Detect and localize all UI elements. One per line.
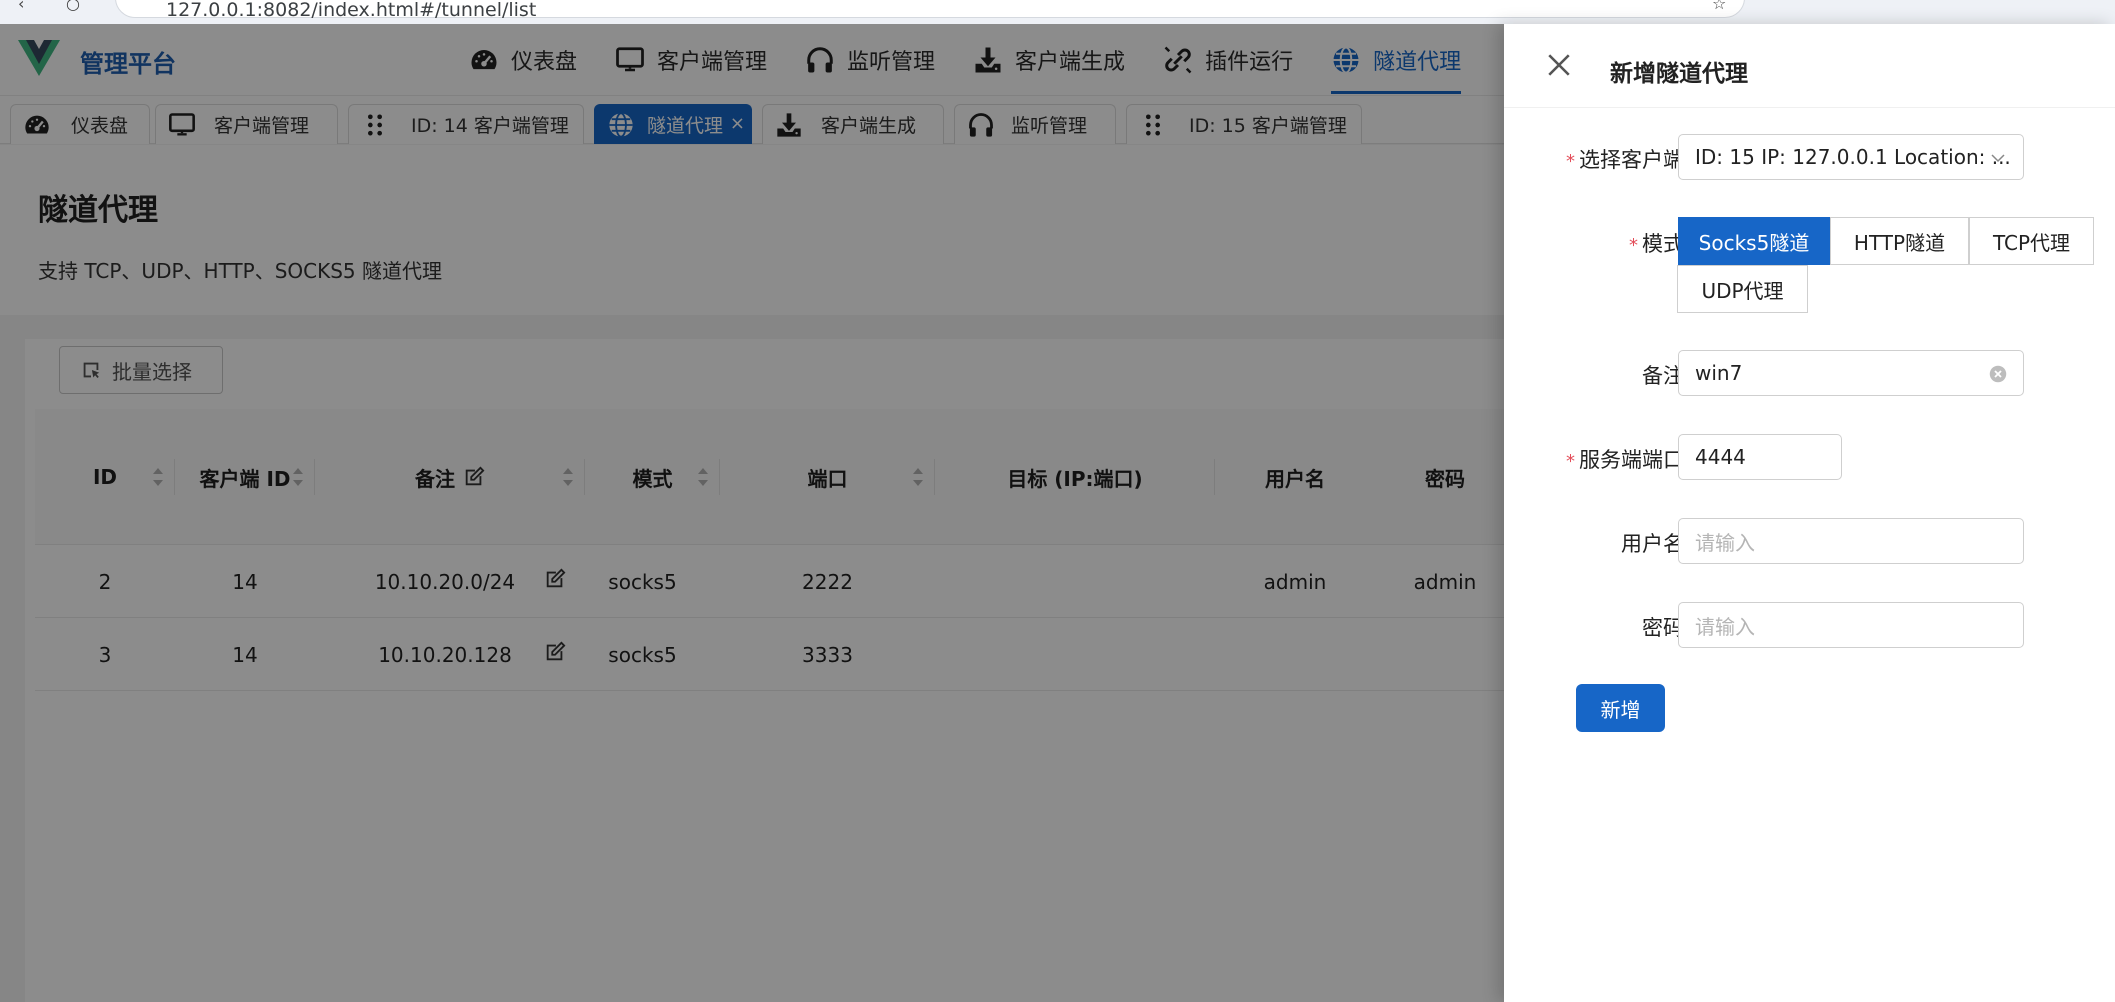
username-label: 用户名 [1484, 528, 1684, 558]
drawer-header: 新增隧道代理 [1504, 24, 2115, 108]
browser-chrome: ‹ ○ 127.0.0.1:8082/index.html#/tunnel/li… [0, 0, 2115, 24]
required-mark: * [1629, 235, 1638, 256]
mode-label: * 模式 [1484, 228, 1684, 258]
remark-label: 备注 [1484, 360, 1684, 390]
bookmark-star-icon[interactable]: ☆ [1712, 0, 1726, 12]
submit-add-button[interactable]: 新增 [1576, 684, 1665, 732]
drawer-title: 新增隧道代理 [1610, 61, 1748, 87]
label-text: 用户名 [1621, 532, 1684, 556]
close-icon[interactable] [1546, 52, 1572, 78]
browser-address-bar[interactable]: 127.0.0.1:8082/index.html#/tunnel/list [115, 0, 1745, 21]
drawer-mask[interactable] [0, 24, 1504, 1002]
remark-value: win7 [1695, 361, 1743, 385]
server-port-value: 4444 [1695, 445, 1746, 469]
chevron-down-icon [1989, 149, 2007, 167]
label-text: 选择客户端 [1579, 148, 1684, 172]
add-tunnel-drawer: 新增隧道代理 * 选择客户端 ID: 15 IP: 127.0.0.1 Locat… [1504, 24, 2115, 1002]
mode-socks5-tunnel[interactable]: Socks5隧道 [1678, 217, 1830, 265]
server-port-label: * 服务端端口 [1484, 444, 1684, 474]
reload-icon[interactable]: ○ [66, 0, 80, 12]
mode-http-tunnel[interactable]: HTTP隧道 [1830, 217, 1969, 265]
password-input[interactable]: 请输入 [1678, 602, 2024, 648]
server-port-input[interactable]: 4444 [1678, 434, 1842, 480]
back-arrow-icon[interactable]: ‹ [18, 0, 24, 12]
clear-input-icon[interactable] [1989, 365, 2007, 383]
client-select-label: * 选择客户端 [1484, 144, 1684, 174]
username-placeholder: 请输入 [1695, 530, 1755, 555]
label-text: 服务端端口 [1579, 448, 1684, 472]
required-mark: * [1566, 151, 1575, 172]
browser-url: 127.0.0.1:8082/index.html#/tunnel/list [166, 0, 537, 21]
username-input[interactable]: 请输入 [1678, 518, 2024, 564]
password-placeholder: 请输入 [1695, 614, 1755, 639]
client-select[interactable]: ID: 15 IP: 127.0.0.1 Location: ... [1678, 134, 2024, 180]
required-mark: * [1566, 451, 1575, 472]
password-label: 密码 [1484, 612, 1684, 642]
remark-input[interactable]: win7 [1678, 350, 2024, 396]
mode-udp-proxy[interactable]: UDP代理 [1677, 265, 1808, 313]
mode-tcp-proxy[interactable]: TCP代理 [1969, 217, 2094, 265]
client-select-value: ID: 15 IP: 127.0.0.1 Location: ... [1695, 145, 2011, 169]
